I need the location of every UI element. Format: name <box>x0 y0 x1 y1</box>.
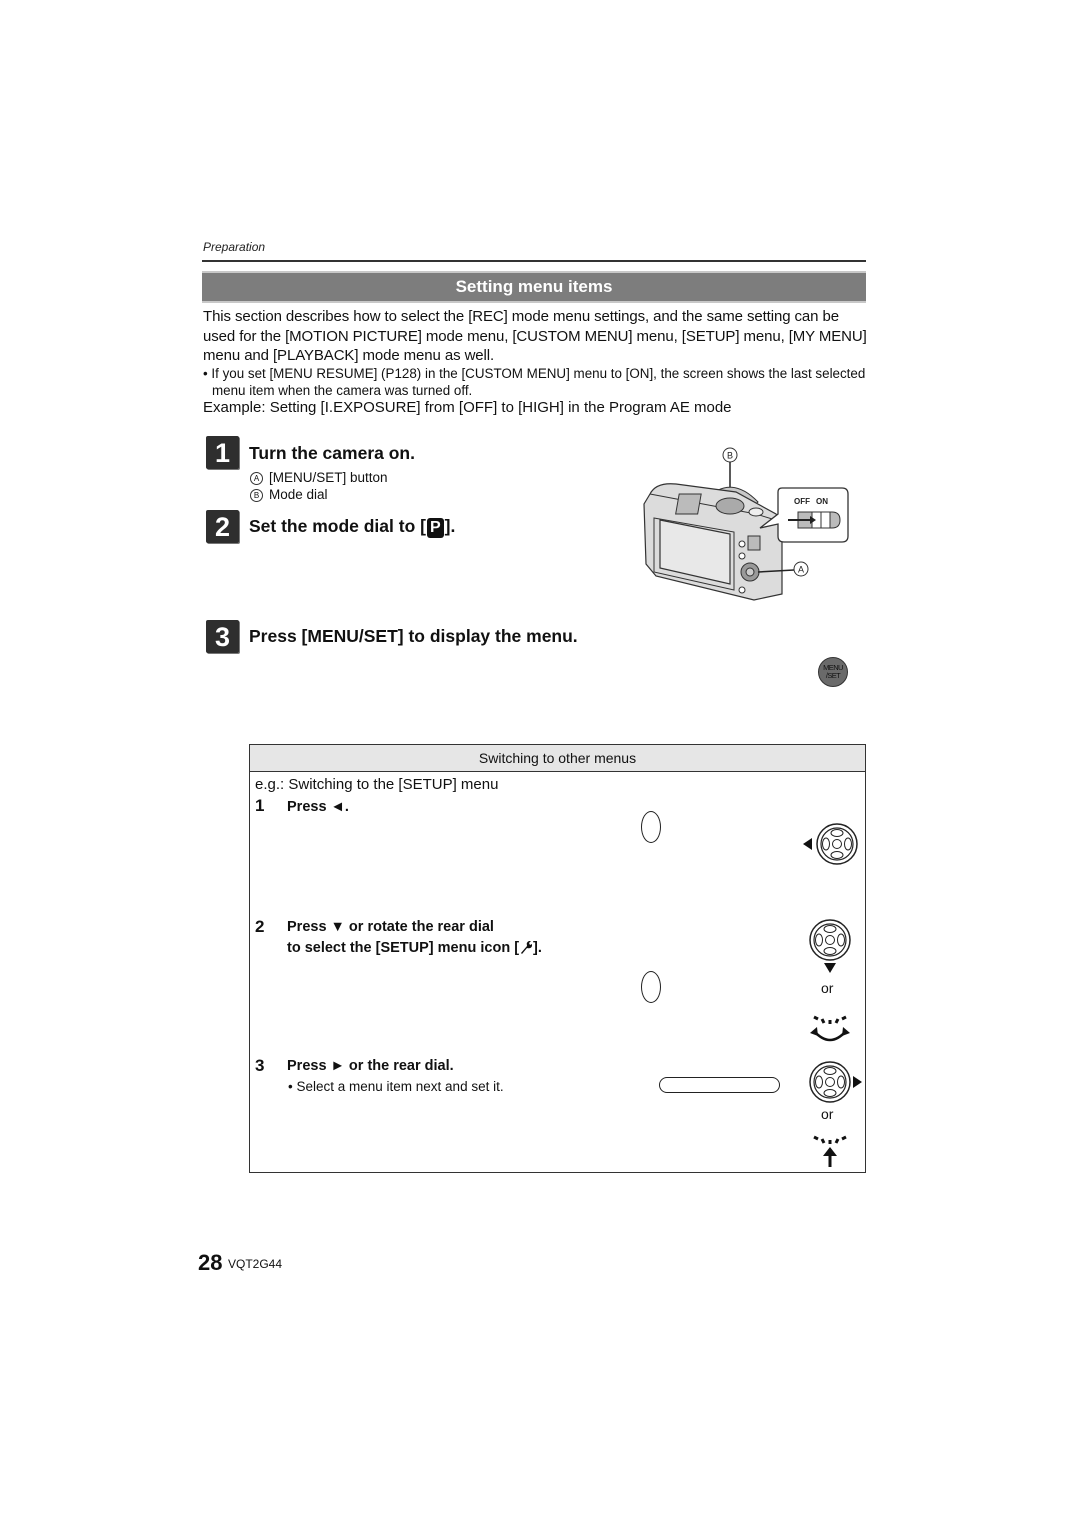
marker-b-icon: B <box>250 489 263 502</box>
substep-bullet-3: • Select a menu item next and set it. <box>288 1079 504 1094</box>
marker-a-icon: A <box>250 472 263 485</box>
header-rule <box>202 260 866 262</box>
label-b: B <box>727 451 733 461</box>
menu-set-line2: /SET <box>825 671 841 680</box>
step-title-3: Press [MENU/SET] to display the menu. <box>249 626 578 646</box>
switch-on-label: ON <box>816 497 828 506</box>
step-number-2: 2 <box>206 510 239 543</box>
camera-illustration: B A OFF ON <box>636 444 870 604</box>
switching-menus-heading: Switching to other menus <box>250 745 865 772</box>
menu-screen-placeholder-1 <box>641 811 661 843</box>
rear-dial-rotate-icon <box>810 1015 850 1042</box>
callout-a: A [MENU/SET] button <box>250 470 388 485</box>
menu-screen-placeholder-2 <box>641 971 661 1003</box>
substep-number-1: 1 <box>255 796 265 815</box>
substep-text-2a: Press ▼ or rotate the rear dial <box>287 919 494 935</box>
substep-number-2: 2 <box>255 917 265 936</box>
wrench-icon <box>521 941 533 954</box>
callout-a-text: [MENU/SET] button <box>269 470 388 485</box>
step-number-1: 1 <box>206 436 239 469</box>
example-text: Example: Setting [I.EXPOSURE] from [OFF]… <box>203 399 732 416</box>
step-title-2-prefix: Set the mode dial to [ <box>249 516 426 536</box>
substep-text-3: Press ► or the rear dial. <box>287 1058 454 1074</box>
step-title-2-suffix: ]. <box>444 516 456 536</box>
step-title-2: Set the mode dial to [P]. <box>249 516 455 538</box>
switching-menus-box: Switching to other menus e.g.: Switching… <box>249 744 866 1173</box>
substep-text-2b-prefix: to select the [SETUP] menu icon [ <box>287 940 520 956</box>
substep-number-3: 3 <box>255 1056 265 1075</box>
camera-icon: B A OFF ON <box>643 447 849 601</box>
callout-b: B Mode dial <box>250 487 328 502</box>
or-label-2: or <box>821 980 834 996</box>
substep-text-2b: to select the [SETUP] menu icon []. <box>287 938 542 959</box>
cursor-right-icon <box>809 1061 862 1103</box>
rear-dial-press-icon <box>813 1135 847 1167</box>
section-label: Preparation <box>203 240 266 254</box>
step-number-3: 3 <box>206 620 239 653</box>
switching-example: e.g.: Switching to the [SETUP] menu <box>255 776 499 793</box>
or-label-3: or <box>821 1106 834 1122</box>
substep-text-1: Press ◄. <box>287 799 349 815</box>
cursor-down-icon <box>809 919 851 973</box>
document-code: VQT2G44 <box>228 1257 283 1271</box>
menu-set-button-icon: MENU /SET <box>818 657 848 687</box>
intro-note: • If you set [MENU RESUME] (P128) in the… <box>203 366 866 398</box>
cursor-left-icon <box>803 823 858 865</box>
callout-b-text: Mode dial <box>269 487 328 502</box>
program-mode-icon: P <box>426 518 444 538</box>
switch-off-label: OFF <box>794 497 810 506</box>
menu-screen-placeholder-3 <box>659 1077 780 1093</box>
page-title: Setting menu items <box>202 271 866 303</box>
substep-text-2b-suffix: ]. <box>533 940 542 956</box>
label-a: A <box>798 565 804 575</box>
step-title-1: Turn the camera on. <box>249 443 415 463</box>
intro-paragraph: This section describes how to select the… <box>203 308 867 364</box>
page-number: 28 <box>198 1250 223 1275</box>
